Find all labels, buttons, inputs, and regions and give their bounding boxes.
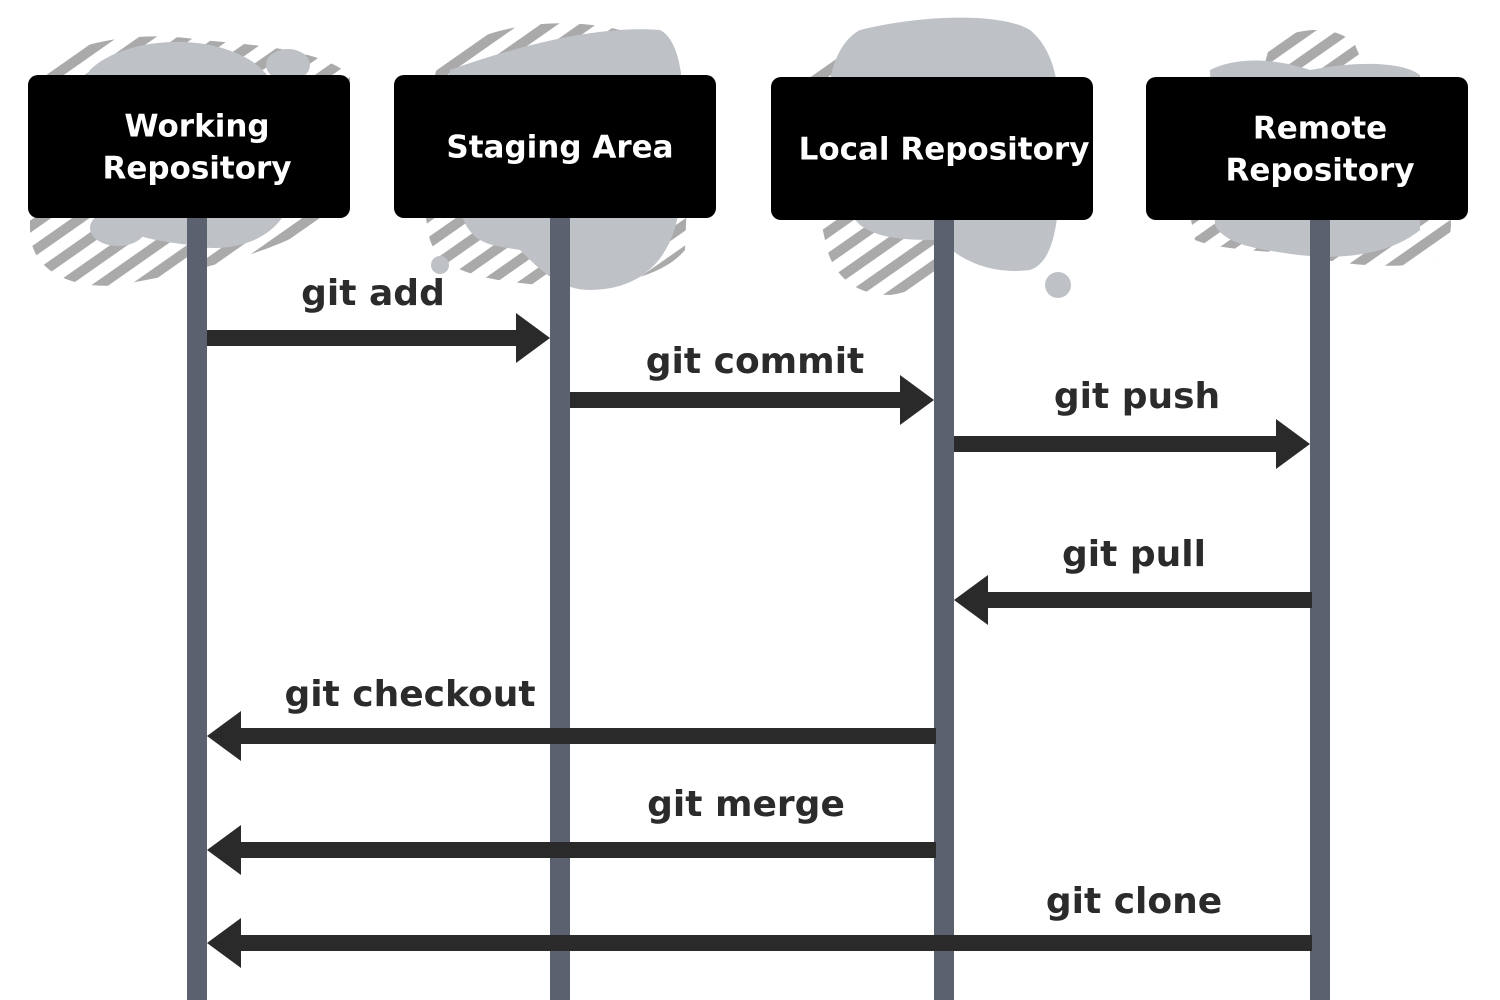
message-git-merge: git merge	[207, 784, 936, 875]
arrow-shaft	[570, 392, 902, 408]
lifeline-staging	[550, 218, 570, 1000]
actor-label: Repository	[1225, 153, 1414, 189]
arrow-head	[207, 711, 241, 761]
messages: git add git commit git push git pull git che…	[207, 273, 1312, 968]
message-label: git checkout	[284, 674, 535, 715]
arrow-head	[1276, 419, 1310, 469]
arrow-head	[900, 375, 934, 425]
arrow-head	[207, 918, 241, 968]
actor-label: Staging Area	[446, 130, 673, 166]
actor-remote: Remote Repository	[1146, 77, 1468, 220]
actor-label: Remote	[1253, 111, 1387, 147]
message-label: git add	[301, 273, 445, 314]
message-label: git push	[1054, 376, 1220, 417]
arrow-shaft	[207, 330, 518, 346]
arrow-shaft	[241, 728, 936, 744]
message-label: git commit	[646, 341, 865, 382]
message-git-checkout: git checkout	[207, 674, 936, 761]
message-label: git clone	[1046, 881, 1222, 922]
arrow-head	[207, 825, 241, 875]
lifeline-remote	[1310, 220, 1330, 1000]
actor-box	[1146, 77, 1468, 220]
actor-label: Local Repository	[799, 132, 1090, 168]
message-git-clone: git clone	[207, 881, 1312, 968]
gray-dot	[1045, 272, 1071, 298]
arrow-shaft	[241, 935, 1312, 951]
gray-dot	[431, 256, 449, 274]
actor-label: Working	[124, 109, 269, 145]
actors: Working Repository Staging Area Local Repos…	[28, 75, 1468, 220]
message-label: git merge	[647, 784, 845, 825]
message-git-commit: git commit	[570, 341, 934, 425]
arrow-shaft	[988, 592, 1312, 608]
actor-local: Local Repository	[771, 77, 1093, 220]
message-git-add: git add	[207, 273, 550, 363]
actor-staging: Staging Area	[394, 75, 716, 218]
lifeline-local	[934, 220, 954, 1000]
arrow-shaft	[954, 436, 1278, 452]
lifeline-working	[187, 218, 207, 1000]
arrow-head	[954, 575, 988, 625]
actor-label: Repository	[102, 151, 291, 187]
message-git-push: git push	[954, 376, 1310, 469]
arrow-head	[516, 313, 550, 363]
message-label: git pull	[1062, 534, 1206, 575]
arrow-shaft	[241, 842, 936, 858]
message-git-pull: git pull	[954, 534, 1312, 625]
actor-box	[28, 75, 350, 218]
actor-working: Working Repository	[28, 75, 350, 218]
git-workflow-diagram: Working Repository Staging Area Local Repos…	[28, 17, 1468, 1000]
